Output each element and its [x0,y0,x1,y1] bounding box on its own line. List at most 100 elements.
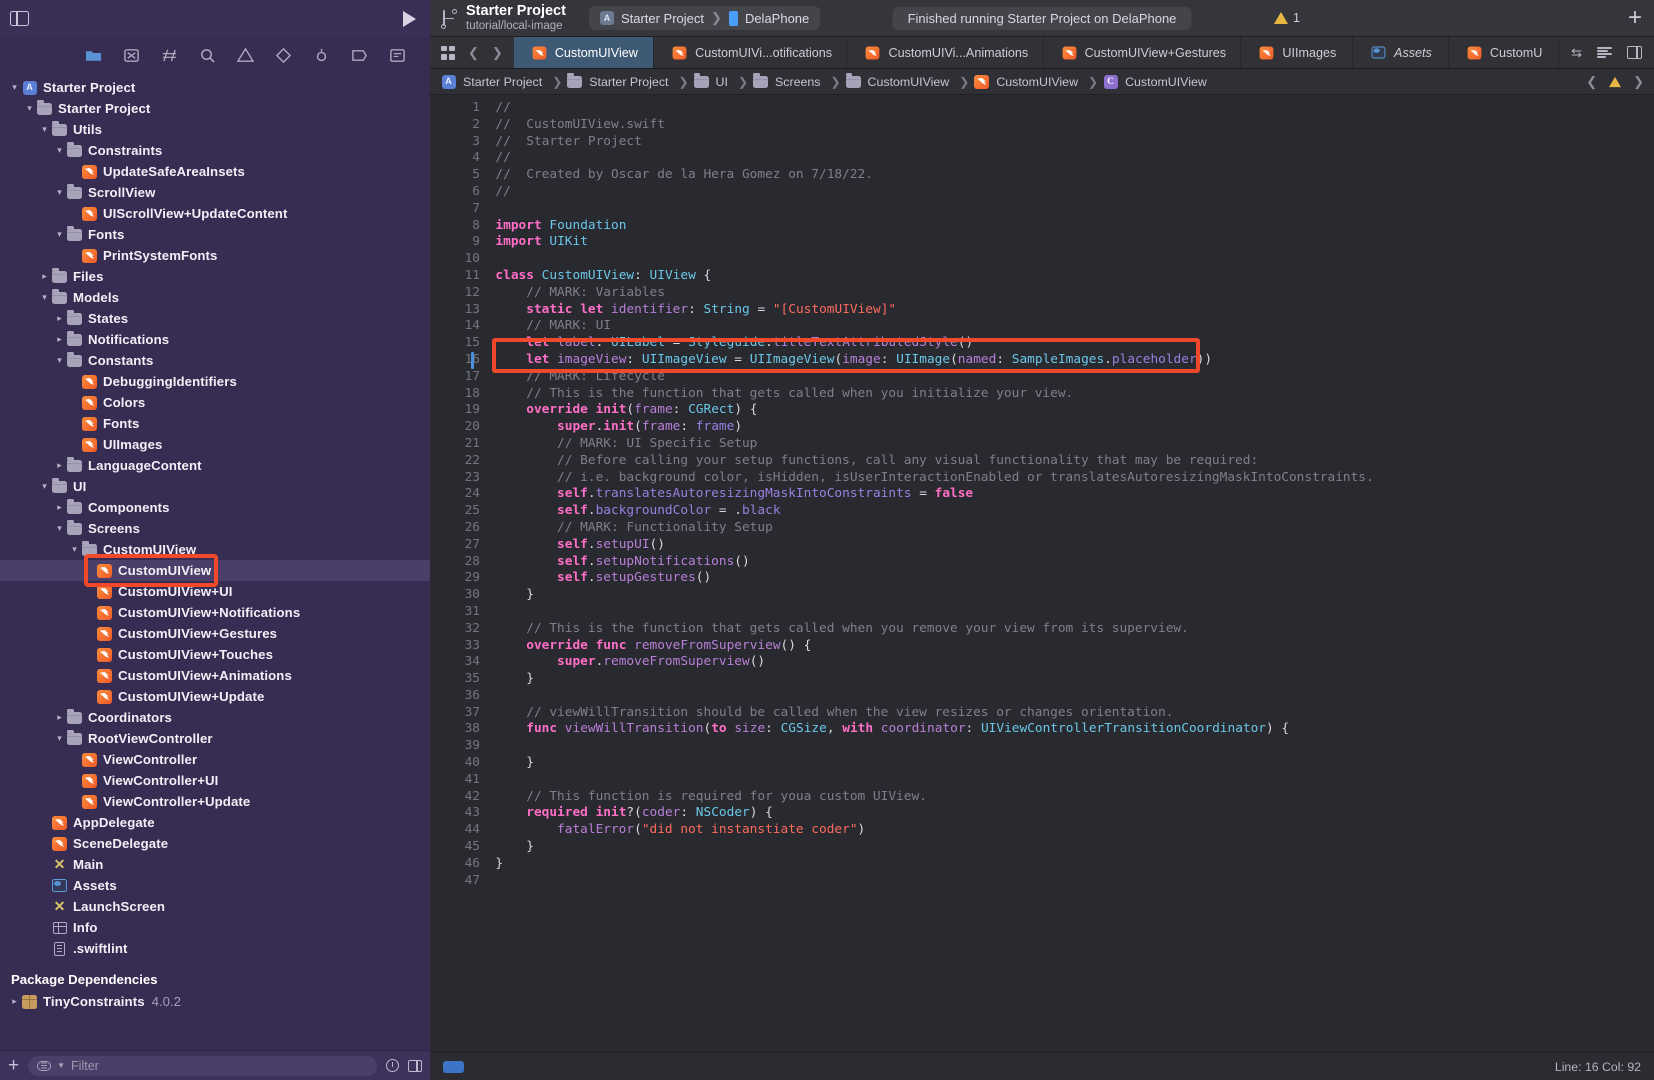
tree-row[interactable]: ▸Fonts [0,413,430,434]
tree-row[interactable]: ▸ViewController [0,749,430,770]
chevron-down-icon[interactable]: ▾ [38,292,51,303]
code-line[interactable]: 28 self.setupNotifications() [430,554,750,569]
tab-overview-icon[interactable] [441,45,455,60]
code-line[interactable]: 7 [430,201,495,216]
code-line[interactable]: 6 // [430,184,511,199]
tree-row[interactable]: ▸CustomUIView+Gestures [0,623,430,644]
tree-row[interactable]: ▾ Fonts [0,224,430,245]
code-line[interactable]: 35 } [430,671,534,686]
tree-row[interactable]: ▸PrintSystemFonts [0,245,430,266]
tab-active[interactable]: CustomUIView [513,37,655,68]
tab[interactable]: CustomU [1449,37,1560,68]
tree-row[interactable]: ▸ Files [0,266,430,287]
code-line[interactable]: 19 override init(frame: CGRect) { [430,402,758,417]
panel-toggle-icon[interactable] [408,1059,422,1072]
code-line[interactable]: 13 static let identifier: String = "[Cus… [430,302,897,317]
split-editor-icon[interactable] [1627,46,1642,59]
report-icon[interactable] [389,47,406,64]
chevron-down-icon[interactable]: ▾ [23,103,36,114]
chevron-down-icon[interactable]: ▾ [8,82,21,93]
code-line[interactable]: 42 // This function is required for youa… [430,789,927,804]
code-line[interactable]: 46 } [430,856,504,871]
breadcrumb-item[interactable]: CustomUIView ❯ [973,74,1102,89]
swap-icon[interactable]: ⇆ [1571,45,1582,61]
code-line[interactable]: 25 self.backgroundColor = .black [430,503,781,518]
previous-issue-icon[interactable]: ❮ [1586,74,1597,90]
code-line[interactable]: 22 // Before calling your setup function… [430,453,1259,468]
code-editor[interactable]: 1 // 2 // CustomUIView.swift 3 // Starte… [430,95,1654,1052]
forward-icon[interactable]: ❯ [492,45,503,61]
debug-icon[interactable] [313,47,330,64]
code-line[interactable]: 10 [430,251,495,266]
code-line[interactable]: 21 // MARK: UI Specific Setup [430,436,758,451]
minimap-icon[interactable] [1597,47,1612,58]
tree-row[interactable]: ▾ Constants [0,350,430,371]
chevron-right-icon[interactable]: ▸ [53,502,66,513]
chevron-down-icon[interactable]: ▾ [38,124,51,135]
tree-row[interactable]: ▸ Components [0,497,430,518]
tree-row[interactable]: ▸AppDelegate [0,812,430,833]
tab[interactable]: Assets [1353,37,1449,68]
source-control-icon[interactable] [123,47,140,64]
search-icon[interactable] [199,47,216,64]
chevron-right-icon[interactable]: ▸ [8,996,21,1007]
tab[interactable]: CustomUIVi...otifications [654,37,848,68]
code-line[interactable]: 27 self.setupUI() [430,537,665,552]
tree-row[interactable]: ▸ LanguageContent [0,455,430,476]
tree-row[interactable]: ▸ViewController+UI [0,770,430,791]
tree-row[interactable]: ▾ UI [0,476,430,497]
chevron-right-icon[interactable]: ▸ [53,712,66,723]
chevron-down-icon[interactable]: ▾ [53,229,66,240]
chevron-down-icon[interactable]: ▾ [53,145,66,156]
breakpoint-icon[interactable] [351,47,368,64]
code-line[interactable]: 16 let imageView: UIImageView = UIImageV… [430,351,1212,369]
tree-row[interactable]: ▸Info [0,917,430,938]
tree-row[interactable]: ▸ States [0,308,430,329]
tree-row[interactable]: ▸ViewController+Update [0,791,430,812]
tree-row[interactable]: ▸ Coordinators [0,707,430,728]
code-line[interactable]: 23 // i.e. background color, isHidden, i… [430,470,1374,485]
filter-settings-icon[interactable] [37,1060,52,1071]
tree-row[interactable]: ▾ RootViewController [0,728,430,749]
code-line[interactable]: 18 // This is the function that gets cal… [430,386,1074,401]
code-line[interactable]: 47 [430,873,495,888]
code-line[interactable]: 33 override func removeFromSuperview() { [430,638,812,653]
tree-row[interactable]: ▸CustomUIView+Update [0,686,430,707]
tree-row[interactable]: ▸UpdateSafeAreaInsets [0,161,430,182]
chevron-down-icon[interactable]: ▾ [53,355,66,366]
chevron-right-icon[interactable]: ▸ [53,313,66,324]
add-editor-button[interactable]: + [1628,6,1642,30]
tree-row[interactable]: ▾ ScrollView [0,182,430,203]
tree-row[interactable]: ▾ A Starter Project [0,77,430,98]
project-navigator-tree[interactable]: ▾ A Starter Project ▾ Starter Project ▾ Utils ▾… [0,73,430,1050]
code-line[interactable]: 24 self.translatesAutoresizingMaskIntoCo… [430,486,974,501]
code-line[interactable]: 37 // viewWillTransition should be calle… [430,705,1174,720]
tree-row[interactable]: ▸✕LaunchScreen [0,896,430,917]
code-line[interactable]: 45 } [430,839,534,854]
folder-icon[interactable] [85,47,102,64]
code-line[interactable]: 29 self.setupGestures() [430,570,712,585]
next-issue-icon[interactable]: ❯ [1633,74,1644,90]
add-file-button[interactable]: + [8,1056,19,1075]
code-line[interactable]: 39 [430,738,495,753]
code-line[interactable]: 5 // Created by Oscar de la Hera Gomez o… [430,167,873,182]
tree-row[interactable]: ▸CustomUIView+UI [0,581,430,602]
code-line[interactable]: 38 func viewWillTransition(to size: CGSi… [430,721,1290,736]
code-line[interactable]: 26 // MARK: Functionality Setup [430,520,773,535]
code-line[interactable]: 12 // MARK: Variables [430,285,665,300]
tab[interactable]: CustomUIVi...Animations [847,37,1044,68]
tree-row[interactable]: ▸Assets [0,875,430,896]
breadcrumb-item[interactable]: Screens ❯ [752,73,845,89]
tree-row[interactable]: ▾ Screens [0,518,430,539]
tab[interactable]: UIImages [1241,37,1354,68]
chevron-down-icon[interactable]: ▾ [68,544,81,555]
code-line[interactable]: 30 } [430,587,534,602]
warning-count[interactable]: 1 [1293,11,1300,25]
scheme-selector[interactable]: A Starter Project ❯ DelaPhone [588,6,821,30]
tree-row[interactable]: ▾ Starter Project [0,98,430,119]
code-line[interactable]: 14 // MARK: UI [430,318,611,333]
chevron-down-icon[interactable]: ▾ [53,187,66,198]
code-line[interactable]: 3 // Starter Project [430,134,642,149]
breadcrumb-item[interactable]: CustomUIView ❯ [845,73,974,89]
tree-row[interactable]: ▾ Utils [0,119,430,140]
